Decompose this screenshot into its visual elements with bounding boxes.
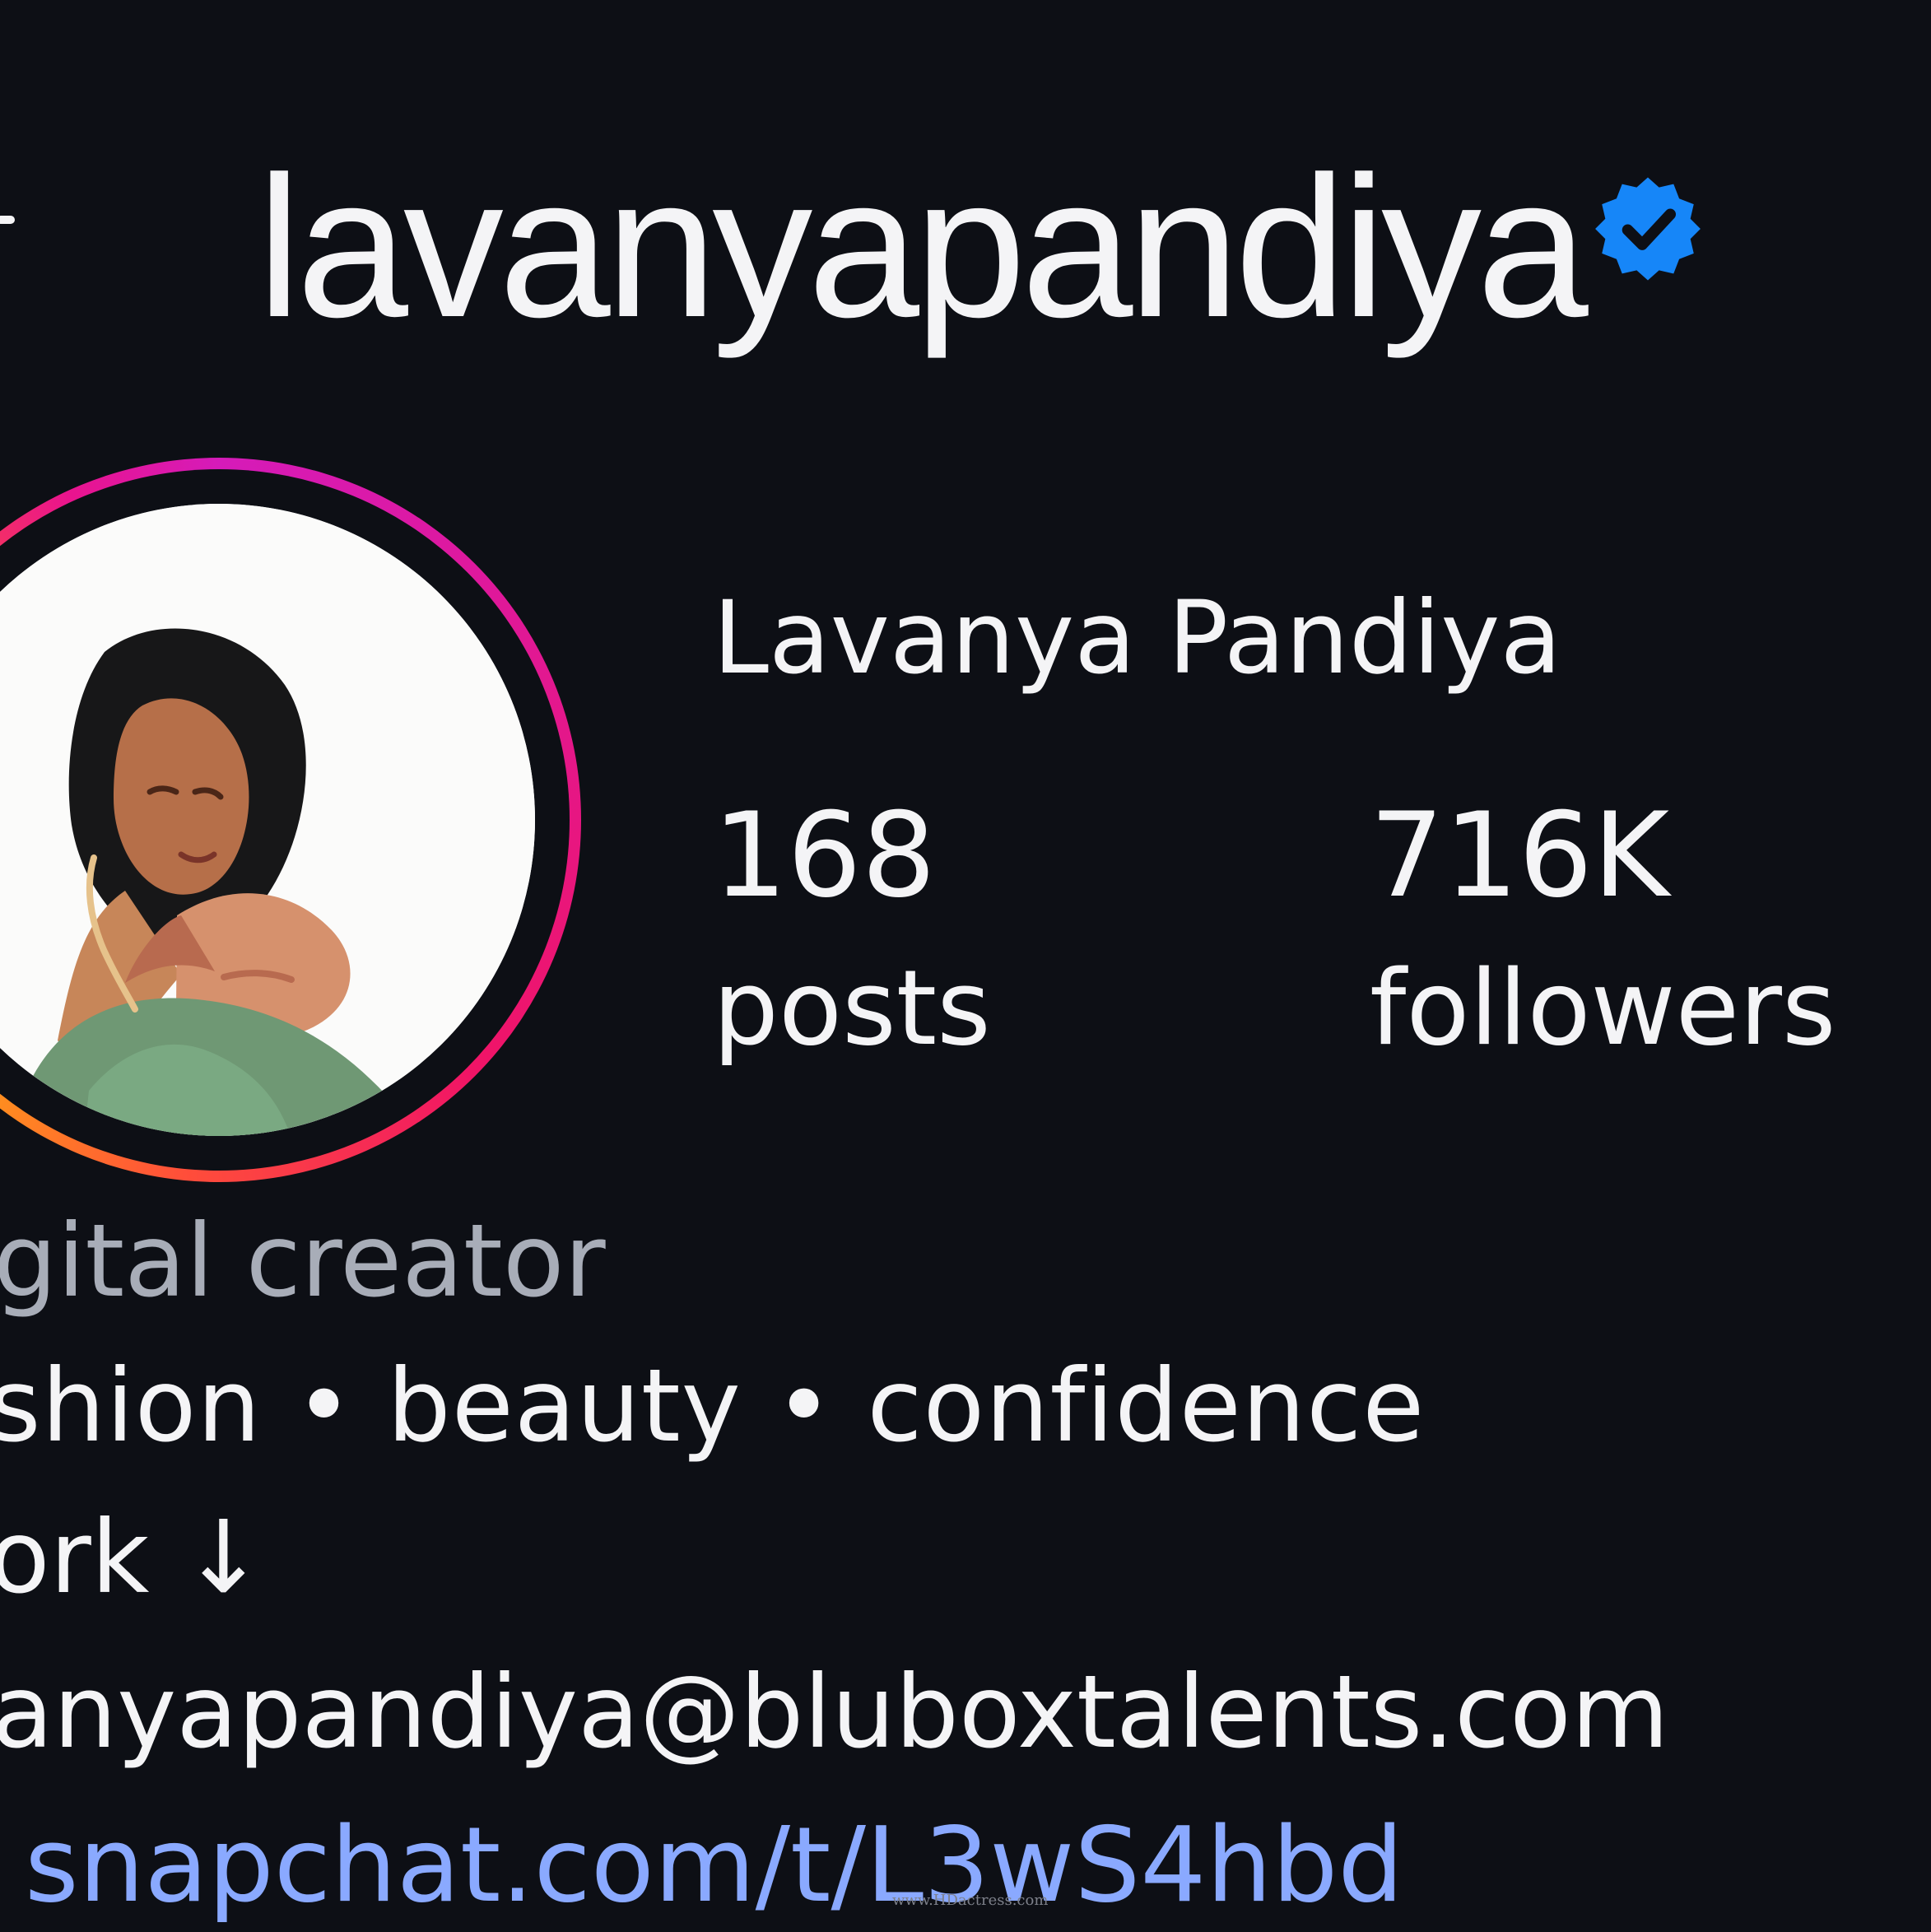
back-arrow-icon[interactable] (0, 216, 15, 224)
profile-username: lavanyapandiya (257, 134, 1589, 359)
profile-work-line: ork ↓ (0, 1499, 266, 1616)
profile-bio-tags: shion • beauty • confidence (0, 1348, 1426, 1464)
followers-label[interactable]: followers (1370, 943, 1836, 1074)
profile-email[interactable]: anyapandiya@bluboxtalents.com (0, 1650, 1669, 1775)
verified-badge-icon (1595, 177, 1701, 281)
posts-count[interactable]: 168 (713, 786, 936, 926)
posts-label[interactable]: posts (713, 943, 991, 1074)
instagram-profile-screen: lavanyapandiya Lavanya Pandiya 168 posts… (0, 0, 1931, 1932)
profile-category: gital creator (0, 1203, 606, 1320)
profile-link[interactable]: snapchat.com/t/L3wS4hbd (25, 1803, 1403, 1928)
story-ring[interactable] (0, 458, 581, 1182)
profile-display-name: Lavanya Pandiya (713, 580, 1562, 696)
followers-count[interactable]: 716K (1370, 786, 1669, 926)
watermark-text: www.HDactress.com (892, 1892, 1049, 1909)
